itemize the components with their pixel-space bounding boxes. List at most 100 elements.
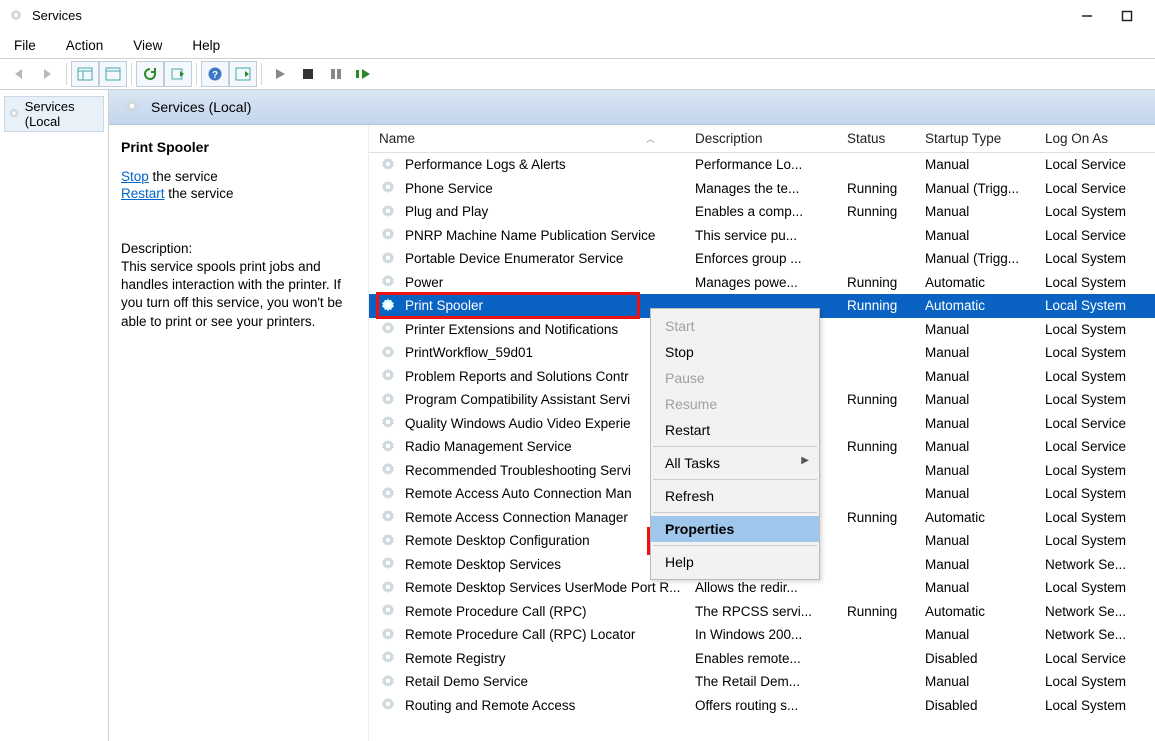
help-button[interactable]: ? [201,61,229,87]
services-list: Name ︿ Description Status Startup Type L… [369,125,1155,741]
menu-action[interactable]: Action [60,36,110,55]
service-logon: Network Se... [1045,627,1155,642]
window-title: Services [32,8,1079,23]
service-gear-icon [379,297,397,315]
service-name: Program Compatibility Assistant Servi [405,392,630,407]
refresh-button[interactable] [136,61,164,87]
forward-button[interactable] [34,61,62,87]
service-logon: Local Service [1045,651,1155,666]
list-header: Name ︿ Description Status Startup Type L… [369,125,1155,153]
service-gear-icon [379,391,397,409]
service-gear-icon [379,602,397,620]
column-header-name[interactable]: Name ︿ [379,131,695,146]
back-button[interactable] [6,61,34,87]
context-restart[interactable]: Restart [651,417,819,443]
context-all-tasks[interactable]: All Tasks▶ [651,450,819,476]
service-row[interactable]: Plug and PlayEnables a comp...RunningMan… [369,200,1155,224]
column-header-startup[interactable]: Startup Type [925,131,1045,146]
column-header-status[interactable]: Status [847,131,925,146]
context-stop[interactable]: Stop [651,339,819,365]
service-logon: Local System [1045,510,1155,525]
service-row[interactable]: Remote Procedure Call (RPC)The RPCSS ser… [369,600,1155,624]
service-row[interactable]: Phone ServiceManages the te...RunningMan… [369,177,1155,201]
services-tab-icon [123,98,141,116]
context-start[interactable]: Start [651,313,819,339]
service-gear-icon [379,344,397,362]
service-startup: Manual (Trigg... [925,251,1045,266]
context-refresh[interactable]: Refresh [651,483,819,509]
service-name: PNRP Machine Name Publication Service [405,228,655,243]
restart-service-suffix: the service [165,186,234,201]
tree-item-label: Services (Local [25,99,101,129]
toolbar: ? [0,58,1155,90]
service-name: Routing and Remote Access [405,698,575,713]
service-description: Allows the redir... [695,580,847,595]
service-logon: Network Se... [1045,557,1155,572]
properties-toolbar-button[interactable] [229,61,257,87]
context-properties[interactable]: Properties [651,516,819,542]
service-name: Remote Procedure Call (RPC) [405,604,587,619]
restart-service-link[interactable]: Restart [121,186,165,201]
export-list-button[interactable] [164,61,192,87]
service-description: Performance Lo... [695,157,847,172]
context-pause[interactable]: Pause [651,365,819,391]
stop-service-button[interactable] [294,61,322,87]
service-startup: Manual [925,533,1045,548]
service-row[interactable]: PNRP Machine Name Publication ServiceThi… [369,224,1155,248]
service-startup: Automatic [925,275,1045,290]
service-name: Remote Procedure Call (RPC) Locator [405,627,635,642]
context-menu: Start Stop Pause Resume Restart All Task… [650,308,820,580]
service-logon: Local Service [1045,228,1155,243]
service-status: Running [847,510,925,525]
service-description: Manages the te... [695,181,847,196]
service-row[interactable]: Routing and Remote AccessOffers routing … [369,694,1155,718]
service-row[interactable]: Portable Device Enumerator ServiceEnforc… [369,247,1155,271]
service-logon: Local Service [1045,181,1155,196]
service-row[interactable]: Retail Demo ServiceThe Retail Dem...Manu… [369,670,1155,694]
stop-service-suffix: the service [149,169,218,184]
service-description: Enforces group ... [695,251,847,266]
column-header-logon[interactable]: Log On As [1045,131,1155,146]
service-startup: Manual [925,157,1045,172]
service-logon: Local System [1045,463,1155,478]
service-name: Recommended Troubleshooting Servi [405,463,631,478]
menu-file[interactable]: File [8,36,42,55]
restart-service-button[interactable] [350,61,378,87]
service-description: Manages powe... [695,275,847,290]
service-status: Running [847,181,925,196]
service-description: In Windows 200... [695,627,847,642]
service-logon: Local Service [1045,416,1155,431]
tree-item-services-local[interactable]: Services (Local [4,96,104,132]
service-name: Plug and Play [405,204,488,219]
service-name: Quality Windows Audio Video Experie [405,416,631,431]
svg-text:?: ? [212,70,218,81]
menu-help[interactable]: Help [186,36,226,55]
service-name: Remote Desktop Services [405,557,561,572]
service-row[interactable]: Performance Logs & AlertsPerformance Lo.… [369,153,1155,177]
detail-pane-button[interactable] [99,61,127,87]
service-startup: Disabled [925,651,1045,666]
service-logon: Network Se... [1045,604,1155,619]
service-logon: Local Service [1045,157,1155,172]
service-row[interactable]: Remote RegistryEnables remote...Disabled… [369,647,1155,671]
service-logon: Local System [1045,674,1155,689]
stop-service-link[interactable]: Stop [121,169,149,184]
start-service-button[interactable] [266,61,294,87]
service-startup: Manual [925,580,1045,595]
service-name: Remote Access Connection Manager [405,510,628,525]
service-row[interactable]: PowerManages powe...RunningAutomaticLoca… [369,271,1155,295]
pause-service-button[interactable] [322,61,350,87]
service-status: Running [847,439,925,454]
service-description: The Retail Dem... [695,674,847,689]
menu-view[interactable]: View [127,36,168,55]
context-resume[interactable]: Resume [651,391,819,417]
context-help[interactable]: Help [651,549,819,575]
column-header-description[interactable]: Description [695,131,847,146]
service-startup: Manual [925,228,1045,243]
service-gear-icon [379,626,397,644]
service-row[interactable]: Remote Procedure Call (RPC) Locator In Wi… [369,623,1155,647]
tab-header: Services (Local) [109,90,1155,125]
minimize-button[interactable] [1079,8,1095,24]
maximize-button[interactable] [1119,8,1135,24]
show-hide-tree-button[interactable] [71,61,99,87]
